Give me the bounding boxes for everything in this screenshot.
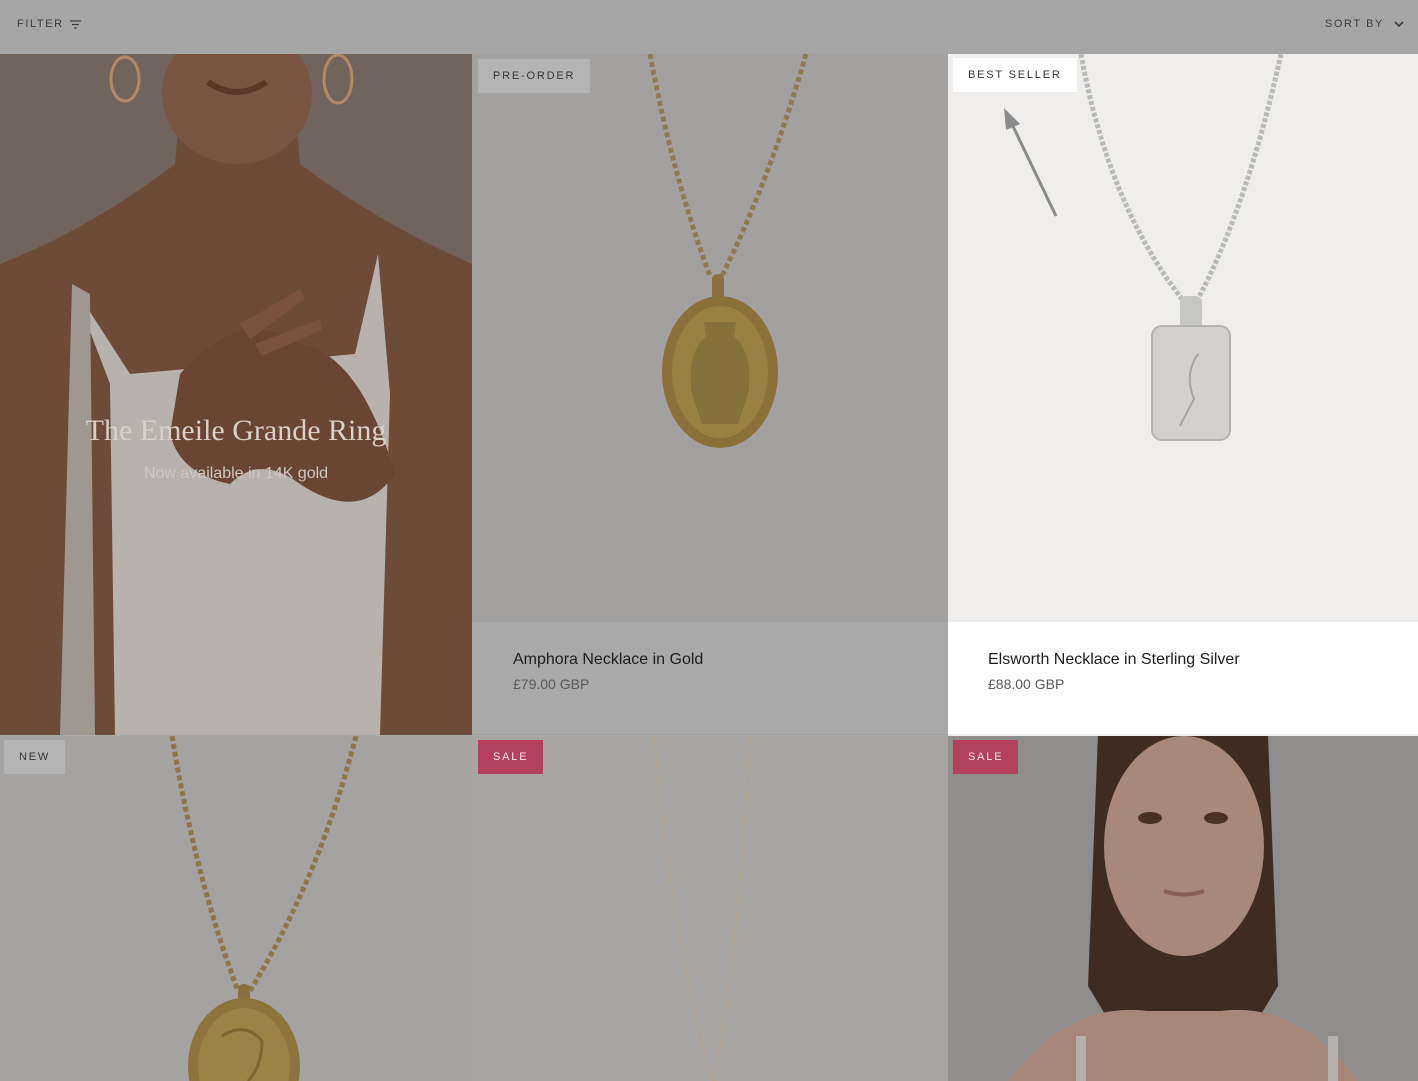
product-info-amphora: Amphora Necklace in Gold £79.00 GBP (472, 622, 948, 734)
product-card-fine-chain[interactable]: SALE (472, 736, 948, 1081)
sort-by-dropdown[interactable]: SORT BY (1325, 18, 1404, 30)
badge-best-seller: BEST SELLER (953, 58, 1077, 92)
product-title[interactable]: Amphora Necklace in Gold (513, 651, 703, 669)
sort-by-label: SORT BY (1324, 18, 1384, 30)
product-info-elsworth: Elsworth Necklace in Sterling Silver £88… (948, 622, 1418, 734)
badge-new: NEW (4, 740, 66, 774)
collection-toolbar: FILTER SORT BY (0, 0, 1418, 54)
promo-model-photo (0, 54, 472, 735)
badge-sale: SALE (953, 740, 1019, 774)
coin-necklace-photo (0, 736, 472, 1081)
promo-subtitle: Now available in 14K gold (143, 465, 329, 482)
product-card-coin-necklace[interactable]: NEW (0, 736, 472, 1081)
product-card-elsworth[interactable]: BEST SELLER Elsworth Necklace in Sterlin… (948, 54, 1418, 736)
filter-label: FILTER (17, 18, 64, 30)
chevron-down-icon (1394, 20, 1404, 27)
product-card-amphora[interactable]: PRE-ORDER Amphora Necklace in Gold £79.0… (472, 54, 948, 735)
badge-sale: SALE (478, 740, 544, 774)
product-price: £88.00 GBP (988, 676, 1065, 692)
filter-button[interactable]: FILTER (17, 18, 81, 30)
promo-tile[interactable]: The Emeile Grande Ring Now available in … (0, 54, 472, 735)
model-portrait-photo (948, 736, 1418, 1081)
promo-title: The Emeile Grande Ring (85, 414, 387, 447)
badge-pre-order: PRE-ORDER (478, 59, 591, 93)
elsworth-necklace-photo (948, 54, 1418, 622)
amphora-necklace-photo (472, 54, 948, 622)
product-price: £79.00 GBP (513, 676, 590, 692)
fine-chain-necklace-photo (472, 736, 948, 1081)
filter-icon (69, 19, 81, 29)
product-title[interactable]: Elsworth Necklace in Sterling Silver (988, 651, 1240, 669)
product-card-model-portrait[interactable]: SALE (948, 736, 1418, 1081)
